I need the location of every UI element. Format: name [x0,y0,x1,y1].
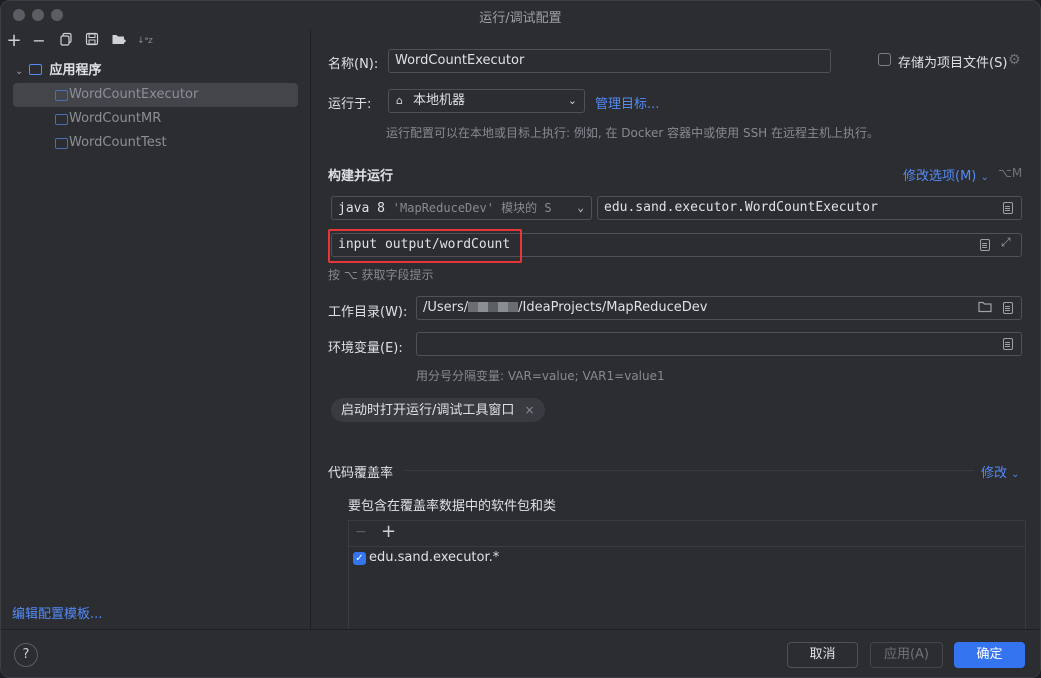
run-on-label: 运行于: [328,97,372,112]
coverage-list-toolbar: − + [349,521,1025,547]
coverage-modify-label: 修改 [981,466,1008,481]
chevron-down-icon: ⌄ [980,172,989,183]
open-tool-window-chip[interactable]: 启动时打开运行/调试工具窗口 × [331,398,545,422]
coverage-subtitle: 要包含在覆盖率数据中的软件包和类 [348,499,557,514]
ok-button[interactable]: 确定 [954,642,1025,668]
redacted-username [468,302,519,312]
close-icon[interactable]: × [525,403,535,417]
sidebar: + − ↓ᵃz ⌄ 应用程序 WordCountExecutor WordCou… [1,29,311,629]
dialog-footer: ? 取消 应用(A) 确定 [1,629,1040,677]
run-on-value: 本地机器 [413,93,466,108]
env-field[interactable] [416,332,1022,356]
chevron-down-icon: ⌄ [567,94,577,107]
jdk-select[interactable]: java 8 'MapReduceDev' 模块的 S ⌄ [331,196,592,220]
apply-button[interactable]: 应用(A) [870,642,943,668]
name-field[interactable]: WordCountExecutor [388,49,831,73]
remove-icon[interactable]: − [355,524,367,540]
workdir-field[interactable]: /Users/ /IdeaProjects/MapReduceDev [416,296,1022,320]
store-as-project-file-checkbox[interactable] [878,53,891,66]
tree-item-label: WordCountMR [69,111,162,126]
tree-item-wordcountmr[interactable]: WordCountMR [13,107,298,131]
sidebar-toolbar: + − ↓ᵃz [1,29,311,55]
modify-options-shortcut: ⌥M [998,166,1023,180]
run-debug-config-window: 运行/调试配置 + − ↓ᵃz ⌄ 应用程序 WordCountExecutor [0,0,1041,678]
jdk-value: java 8 [338,201,385,216]
run-on-hint: 运行配置可以在本地或目标上执行: 例如, 在 Docker 容器中或使用 SSH… [386,126,880,140]
edit-config-templates-link[interactable]: 编辑配置模板... [12,603,102,622]
application-icon [55,90,68,101]
coverage-item-checkbox[interactable]: ✓ [353,552,366,565]
tree-item-label: WordCountTest [69,135,167,150]
section-divider [404,470,974,471]
title-bar: 运行/调试配置 [1,1,1040,29]
args-hint: 按 ⌥ 获取字段提示 [328,268,434,282]
coverage-modify-link[interactable]: 修改 ⌄ [981,462,1020,481]
run-on-select[interactable]: ⌂ 本地机器 ⌄ [388,89,585,113]
help-button[interactable]: ? [14,643,38,667]
tree-item-label: WordCountExecutor [69,87,199,102]
application-icon [29,64,43,75]
chevron-down-icon[interactable]: ⌄ [15,66,23,77]
workdir-label: 工作目录(W): [328,305,408,320]
chevron-down-icon: ⌄ [574,197,584,219]
main-class-field[interactable]: edu.sand.executor.WordCountExecutor [597,196,1022,220]
add-icon[interactable]: + [381,521,396,542]
cancel-button[interactable]: 取消 [787,642,858,668]
tree-item-wordcountexecutor[interactable]: WordCountExecutor [13,83,298,107]
expand-text-icon[interactable] [1003,302,1013,314]
new-folder-icon[interactable] [110,32,128,50]
expand-text-icon[interactable] [980,239,990,251]
expand-text-icon[interactable] [1003,338,1013,350]
highlight-box [328,229,522,263]
config-form: 名称(N): WordCountExecutor 存储为项目文件(S) ⚙ 运行… [312,29,1040,632]
workdir-suffix: /IdeaProjects/MapReduceDev [518,300,708,315]
expand-icon[interactable]: ⤢ [1001,235,1011,250]
coverage-title: 代码覆盖率 [328,466,394,481]
home-icon: ⌂ [396,94,403,107]
modify-options-label: 修改选项(M) [903,169,977,184]
gear-icon[interactable]: ⚙ [1008,52,1021,68]
application-icon [55,138,68,149]
env-hint: 用分号分隔变量: VAR=value; VAR1=value1 [416,369,665,383]
folder-icon[interactable] [978,300,992,317]
chevron-down-icon: ⌄ [1011,469,1020,480]
add-icon[interactable]: + [5,32,23,50]
name-label: 名称(N): [328,57,379,72]
expand-text-icon[interactable] [1003,202,1013,214]
manage-targets-link[interactable]: 管理目标... [595,93,659,112]
modify-options-link[interactable]: 修改选项(M) ⌄ [903,165,989,184]
tree-group-label: 应用程序 [49,63,102,78]
workdir-prefix: /Users/ [423,300,469,315]
copy-icon[interactable] [57,32,75,50]
jdk-module: 'MapReduceDev' 模块的 S [392,201,552,215]
sort-icon[interactable]: ↓ᵃz [136,32,154,50]
chip-label: 启动时打开运行/调试工具窗口 [341,403,515,418]
build-run-title: 构建并运行 [328,169,394,184]
tree-item-wordcounttest[interactable]: WordCountTest [13,131,298,155]
coverage-item-label: edu.sand.executor.* [369,550,500,565]
save-icon[interactable] [83,32,101,50]
env-label: 环境变量(E): [328,341,403,356]
tree-group-application[interactable]: ⌄ 应用程序 [15,59,295,83]
store-as-project-file-label[interactable]: 存储为项目文件(S) [898,52,1007,71]
application-icon [55,114,68,125]
remove-icon[interactable]: − [30,32,48,50]
window-title: 运行/调试配置 [479,11,562,26]
coverage-list-panel: − + ✓ edu.sand.executor.* [348,520,1026,632]
